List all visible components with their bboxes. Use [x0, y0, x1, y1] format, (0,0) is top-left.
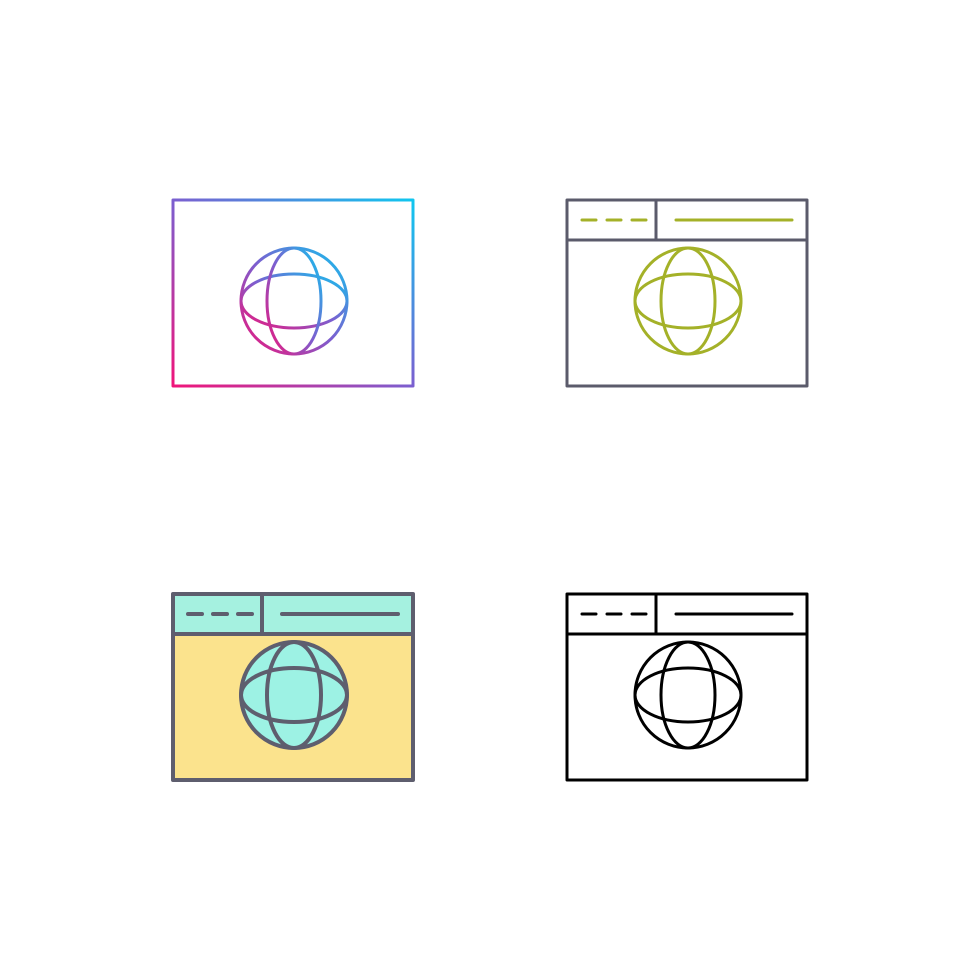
globe-icon — [239, 640, 349, 750]
browser-globe-filled-icon — [171, 592, 415, 782]
window-frame — [565, 198, 809, 388]
globe-icon — [633, 246, 743, 356]
icon-set — [171, 198, 809, 782]
globe-icon — [633, 640, 743, 750]
window-frame — [171, 198, 415, 388]
browser-globe-gradient-icon — [171, 198, 415, 388]
window-frame — [565, 592, 809, 782]
browser-globe-two-tone-icon — [565, 198, 809, 388]
browser-globe-line-icon — [565, 592, 809, 782]
globe-icon — [239, 246, 349, 356]
